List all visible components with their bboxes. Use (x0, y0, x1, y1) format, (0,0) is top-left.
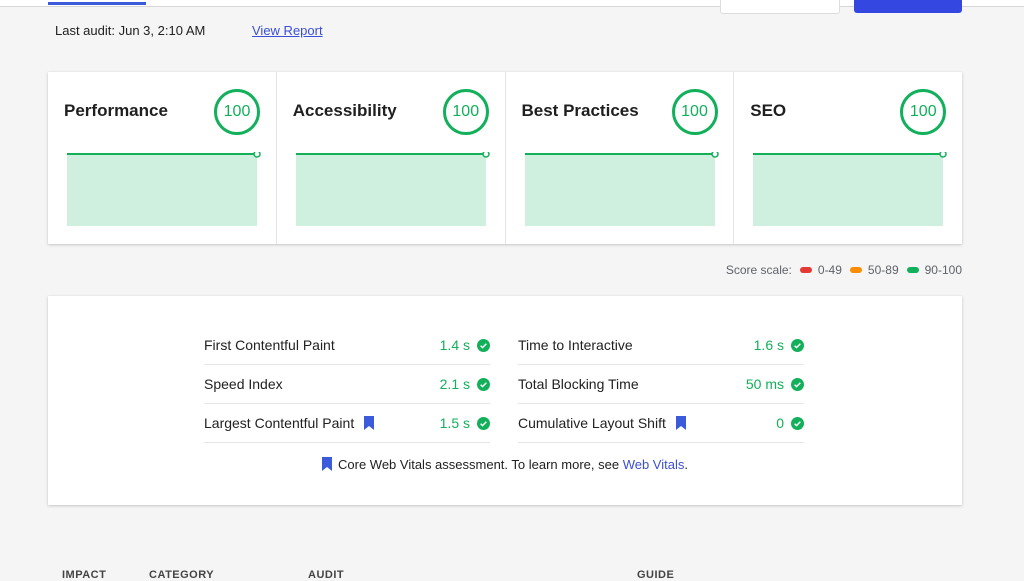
metric-value: 0 (776, 415, 784, 431)
range-label: 50-89 (867, 263, 899, 277)
view-report-link[interactable]: View Report (252, 23, 323, 38)
bookmark-icon (322, 457, 332, 471)
category-performance[interactable]: Performance 100 (48, 72, 277, 244)
red-range-indicator (799, 267, 812, 273)
metrics-column-right: Time to Interactive 1.6 s Total Blocking… (518, 326, 804, 443)
check-circle-icon (791, 416, 804, 430)
metric-value: 1.4 s (439, 337, 470, 353)
metric-row: Speed Index 2.1 s (204, 365, 490, 404)
metric-row: First Contentful Paint 1.4 s (204, 326, 490, 365)
last-audit-text: Last audit: Jun 3, 2:10 AM (55, 23, 206, 38)
range-label: 90-100 (924, 263, 962, 277)
score-history-chart (524, 152, 719, 226)
metric-name: Speed Index (204, 376, 283, 392)
core-web-vitals-note: Core Web Vitals assessment. To learn mor… (48, 457, 962, 472)
table-header-category[interactable]: CATEGORY (149, 569, 214, 581)
metric-name: Total Blocking Time (518, 376, 639, 392)
secondary-button[interactable] (720, 0, 840, 14)
metric-row: Total Blocking Time 50 ms (518, 365, 804, 404)
score-history-chart (753, 152, 947, 226)
cwv-note-text: Core Web Vitals assessment. To learn mor… (338, 457, 623, 472)
table-header-guide[interactable]: GUIDE (637, 569, 674, 581)
category-title: Best Practices (521, 101, 639, 120)
web-vitals-link[interactable]: Web Vitals (623, 457, 685, 472)
active-tab-indicator (48, 2, 146, 5)
score-history-chart (295, 152, 490, 226)
bookmark-icon (364, 416, 375, 430)
table-header-impact[interactable]: IMPACT (62, 569, 106, 581)
metrics-card: First Contentful Paint 1.4 s Speed Index… (48, 296, 962, 505)
bookmark-icon (675, 416, 686, 430)
category-title: Accessibility (292, 101, 397, 120)
orange-range-indicator (849, 267, 862, 273)
check-circle-icon (477, 338, 490, 352)
category-seo[interactable]: SEO 100 (734, 72, 962, 244)
check-circle-icon (791, 338, 804, 352)
score-gauge: 100 (900, 89, 947, 135)
metric-value: 50 ms (745, 376, 784, 392)
score-gauge: 100 (442, 89, 489, 135)
cwv-note-suffix: . (684, 457, 688, 472)
range-label: 0-49 (817, 263, 842, 277)
metrics-column-left: First Contentful Paint 1.4 s Speed Index… (204, 326, 490, 443)
check-circle-icon (791, 377, 804, 391)
metric-value: 1.5 s (439, 415, 470, 431)
category-title: SEO (750, 101, 787, 120)
metric-name: Time to Interactive (518, 337, 633, 353)
score-scale-label: Score scale: (725, 263, 792, 277)
score-scale-legend: Score scale: 0-49 50-89 90-100 (726, 263, 962, 277)
table-header-audit[interactable]: AUDIT (308, 569, 344, 581)
score-gauge: 100 (214, 89, 260, 135)
metric-name: First Contentful Paint (204, 337, 335, 353)
metric-value: 1.6 s (753, 337, 784, 353)
check-circle-icon (477, 377, 490, 391)
score-history-chart (67, 152, 261, 226)
category-best-practices[interactable]: Best Practices 100 (506, 72, 735, 244)
metric-row: Cumulative Layout Shift 0 (518, 404, 804, 443)
score-gauge: 100 (671, 89, 718, 135)
category-accessibility[interactable]: Accessibility 100 (277, 72, 506, 244)
category-scores-card: Performance 100 Accessibility 100 Best P… (48, 72, 962, 244)
metric-value: 2.1 s (439, 376, 470, 392)
metric-row: Time to Interactive 1.6 s (518, 326, 804, 365)
primary-button[interactable] (854, 0, 962, 13)
category-title: Performance (64, 101, 168, 120)
metric-name: Cumulative Layout Shift (518, 415, 666, 431)
metric-name: Largest Contentful Paint (204, 415, 355, 431)
metric-row: Largest Contentful Paint 1.5 s (204, 404, 490, 443)
green-range-indicator (906, 267, 919, 273)
check-circle-icon (477, 416, 490, 430)
